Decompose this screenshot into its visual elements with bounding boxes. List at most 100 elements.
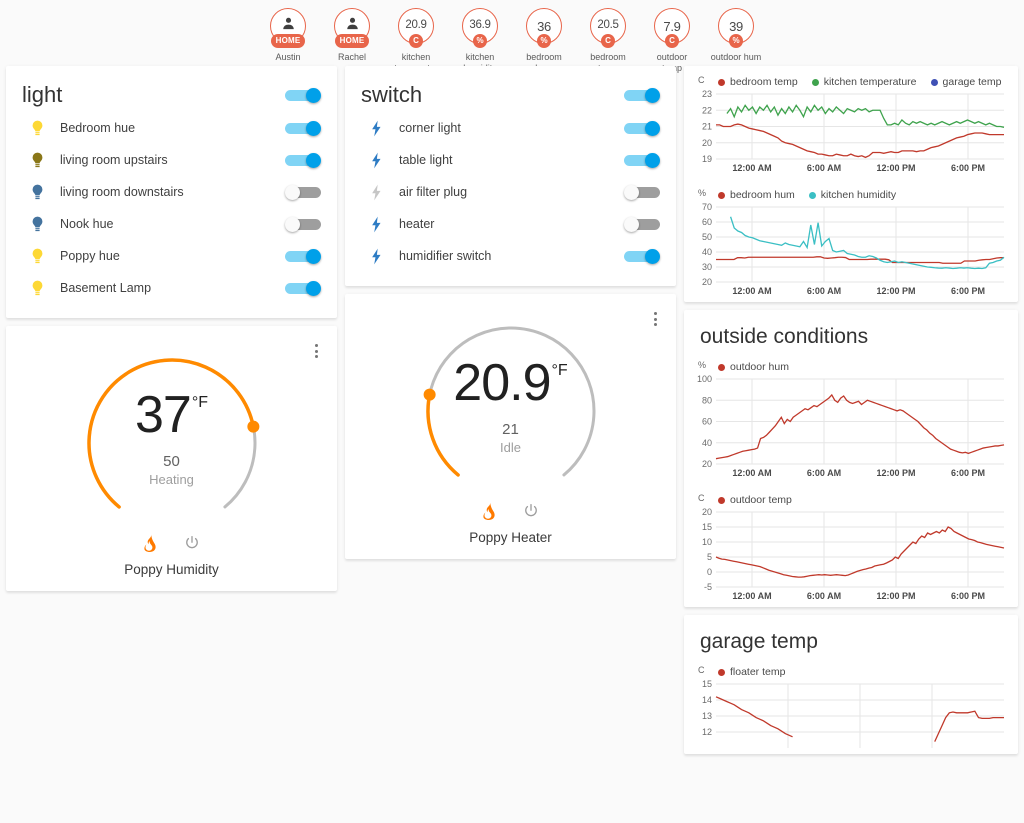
indoor-temp-chart[interactable]: bedroom temp kitchen temperature garage te… bbox=[684, 66, 1018, 179]
badge-outdoor-temp[interactable]: 7.9Coutdoor temp bbox=[646, 8, 698, 75]
entity-row[interactable]: living room downstairs bbox=[22, 176, 321, 208]
x-tick-label: 12:00 AM bbox=[732, 591, 771, 601]
switch-entity-list: corner light table light air filter plug he… bbox=[345, 112, 676, 286]
chart-plot: C 12 13 14 15 bbox=[690, 665, 1008, 750]
entity-row[interactable]: Poppy hue bbox=[22, 240, 321, 272]
flash-icon[interactable] bbox=[361, 215, 395, 234]
badge-kitchen-temperat-[interactable]: 20.9Ckitchen temperat... bbox=[390, 8, 442, 75]
lightbulb-icon[interactable] bbox=[22, 279, 56, 298]
x-tick-label: 12:00 PM bbox=[876, 591, 915, 601]
legend-item[interactable]: bedroom hum bbox=[718, 189, 795, 201]
legend-label: kitchen temperature bbox=[823, 76, 917, 88]
light-card-title: light bbox=[22, 82, 63, 107]
legend-item[interactable]: outdoor temp bbox=[718, 494, 792, 506]
lightbulb-icon[interactable] bbox=[22, 215, 56, 234]
badge-unit: C bbox=[409, 34, 423, 48]
flash-icon[interactable] bbox=[361, 119, 395, 138]
series-line bbox=[716, 123, 1004, 159]
legend-color-dot bbox=[718, 191, 725, 199]
chart-svg: 19 20 21 22 23 12:00 AM 6:00 AM 12:00 PM 6:00 PM bbox=[702, 90, 1005, 173]
switch-master-toggle[interactable] bbox=[624, 87, 660, 103]
legend-item[interactable]: floater temp bbox=[718, 666, 785, 678]
entity-toggle[interactable] bbox=[624, 248, 660, 264]
badge-bedroom-temp[interactable]: 20.5Cbedroom temp bbox=[582, 8, 634, 75]
toggle-knob bbox=[285, 184, 300, 200]
entity-row[interactable]: table light bbox=[361, 144, 660, 176]
entity-row[interactable]: corner light bbox=[361, 112, 660, 144]
lightbulb-icon[interactable] bbox=[22, 151, 56, 170]
entity-row[interactable]: Basement Lamp bbox=[22, 272, 321, 304]
entity-toggle[interactable] bbox=[624, 152, 660, 168]
lightbulb-icon[interactable] bbox=[22, 183, 56, 202]
badge-unit: C bbox=[665, 34, 679, 48]
legend-item[interactable]: kitchen temperature bbox=[811, 76, 917, 88]
legend-item[interactable]: outdoor hum bbox=[718, 361, 789, 373]
y-tick-label: 14 bbox=[702, 695, 712, 705]
entity-row[interactable]: humidifier switch bbox=[361, 240, 660, 272]
outside-card-title: outside conditions bbox=[700, 325, 869, 348]
badge-unit: HOME bbox=[271, 34, 305, 48]
flash-icon[interactable] bbox=[361, 151, 395, 170]
legend-item[interactable]: bedroom temp bbox=[718, 76, 798, 88]
badge-circle: HOME bbox=[334, 8, 370, 48]
x-tick-label: 12:00 PM bbox=[876, 286, 915, 296]
dial-value-arc bbox=[425, 393, 460, 478]
entity-name: heater bbox=[399, 217, 435, 232]
lightbulb-icon[interactable] bbox=[22, 119, 56, 138]
badge-outdoor-hum[interactable]: 39% outdoor hum bbox=[710, 8, 762, 63]
entity-toggle[interactable] bbox=[285, 152, 321, 168]
badge-rachel[interactable]: HOME Rachel bbox=[326, 8, 378, 63]
toggle-knob bbox=[306, 87, 321, 103]
light-master-toggle-slot bbox=[285, 87, 321, 103]
light-master-toggle[interactable] bbox=[285, 87, 321, 103]
badge-value: 36 bbox=[537, 18, 551, 34]
chart-svg: 20 30 40 50 60 70 12:00 AM 6:00 AM 12:00 PM 6:00 … bbox=[702, 203, 1005, 296]
y-axis-unit: % bbox=[698, 360, 707, 370]
entity-row[interactable]: living room upstairs bbox=[22, 144, 321, 176]
heater-dial[interactable]: 20.9 °F 21 Idle bbox=[406, 306, 616, 506]
dot bbox=[653, 323, 657, 327]
lightbulb-icon[interactable] bbox=[22, 247, 56, 266]
entity-toggle[interactable] bbox=[285, 120, 321, 136]
outdoor-humidity-chart[interactable]: outdoor hum% 20 40 60 80 100 12:00 AM 6:00 AM 12… bbox=[684, 351, 1018, 484]
y-tick-label: 12 bbox=[702, 727, 712, 737]
y-axis-unit: C bbox=[698, 665, 705, 675]
dial-background-arc bbox=[426, 326, 595, 477]
badge-label: outdoor hum bbox=[710, 52, 762, 62]
badge-kitchen-humidity[interactable]: 36.9%kitchen humidity bbox=[454, 8, 506, 75]
y-tick-label: 10 bbox=[702, 537, 712, 547]
x-tick-label: 12:00 AM bbox=[732, 286, 771, 296]
legend-color-dot bbox=[718, 363, 725, 371]
entity-row[interactable]: Nook hue bbox=[22, 208, 321, 240]
badge-unit: % bbox=[729, 34, 743, 48]
y-tick-label: 20 bbox=[702, 459, 712, 469]
x-tick-label: 6:00 PM bbox=[951, 163, 985, 173]
entity-toggle[interactable] bbox=[285, 248, 321, 264]
entity-row[interactable]: Bedroom hue bbox=[22, 112, 321, 144]
legend-item[interactable]: kitchen humidity bbox=[808, 189, 896, 201]
entity-toggle[interactable] bbox=[624, 120, 660, 136]
flash-icon[interactable] bbox=[361, 247, 395, 266]
legend-item[interactable]: garage temp bbox=[930, 76, 1001, 88]
entity-toggle[interactable] bbox=[624, 184, 660, 200]
badge-bedroom-hum[interactable]: 36%bedroom hum bbox=[518, 8, 570, 75]
garage-temp-chart[interactable]: floater temp C 12 13 14 15 bbox=[684, 656, 1018, 754]
poppy-humidity-thermostat: 37 °F 50 Heating Poppy Humidity bbox=[6, 326, 337, 591]
y-tick-label: -5 bbox=[704, 582, 712, 592]
overflow-menu-icon[interactable] bbox=[307, 340, 325, 362]
y-tick-label: 23 bbox=[702, 90, 712, 99]
entity-toggle[interactable] bbox=[285, 280, 321, 296]
badge-austin[interactable]: HOME Austin bbox=[262, 8, 314, 63]
flash-icon[interactable] bbox=[361, 183, 395, 202]
outdoor-temp-chart[interactable]: outdoor temp C -5 0 5 10 15 20 12:00 AM 6:00 AM 12… bbox=[684, 484, 1018, 607]
legend-label: bedroom temp bbox=[730, 76, 798, 88]
entity-row[interactable]: heater bbox=[361, 208, 660, 240]
entity-toggle[interactable] bbox=[285, 216, 321, 232]
overflow-menu-icon[interactable] bbox=[646, 308, 664, 330]
humidity-dial[interactable]: 37 °F 50 Heating bbox=[67, 338, 277, 538]
toggle-knob bbox=[285, 216, 300, 232]
entity-row[interactable]: air filter plug bbox=[361, 176, 660, 208]
entity-toggle[interactable] bbox=[624, 216, 660, 232]
indoor-humidity-chart[interactable]: bedroom hum kitchen humidity% 20 30 40 50 60 70… bbox=[684, 179, 1018, 302]
entity-toggle[interactable] bbox=[285, 184, 321, 200]
